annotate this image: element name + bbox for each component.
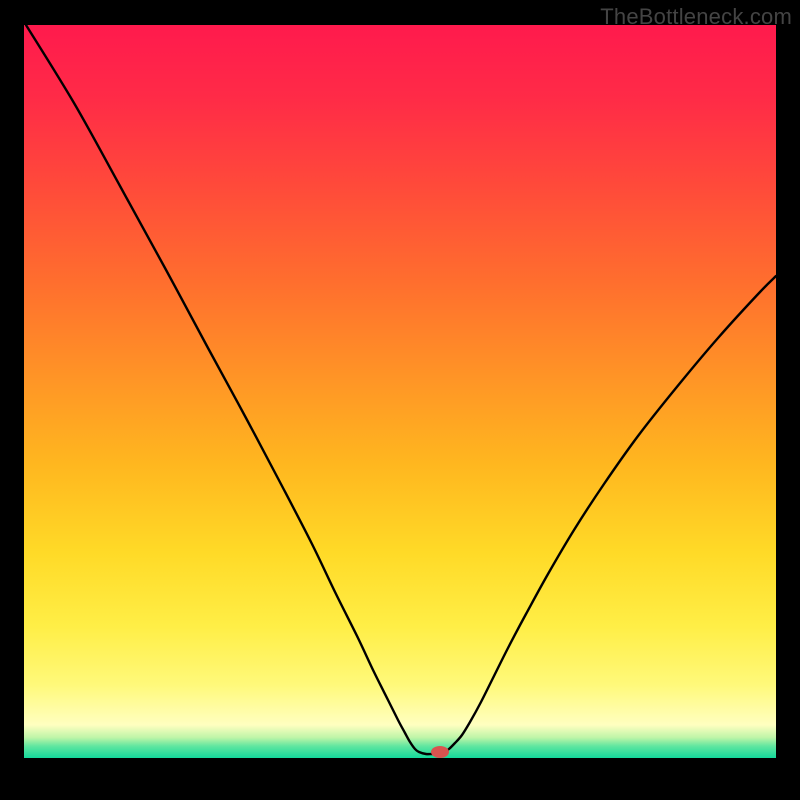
optimum-marker [431, 746, 449, 758]
attribution-label: TheBottleneck.com [600, 4, 792, 30]
chart-svg [0, 0, 800, 800]
chart-stage: TheBottleneck.com [0, 0, 800, 800]
plot-background [24, 25, 776, 758]
